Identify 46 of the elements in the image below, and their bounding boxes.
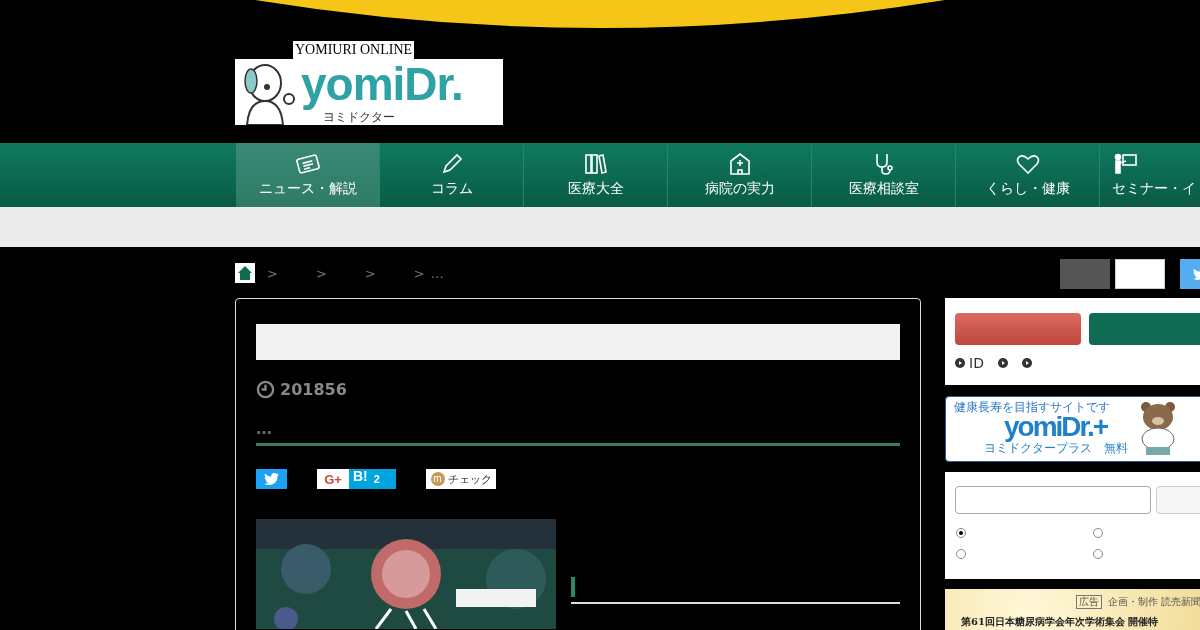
ad-label: 広告 [1076,595,1102,609]
heading-marker [571,577,575,597]
presenter-icon [1112,152,1138,176]
breadcrumb-separator: > [413,265,425,281]
register-button[interactable] [955,313,1081,345]
radio-button[interactable] [1093,528,1103,538]
promo-wordmark: yomiDr.+ [1004,412,1108,442]
nav-tab[interactable]: ニュース・解説 [236,143,380,207]
font-size-button[interactable] [1115,259,1165,289]
breadcrumb-item[interactable]: … [430,265,444,281]
ad-credit: 企画・制作 読売新聞 [1108,595,1200,609]
ad-banner[interactable]: 広告 企画・制作 読売新聞 第61回日本糖尿病学会年次学術集会 開催特 [945,589,1200,630]
breadcrumb-separator: > [315,265,327,281]
promo-reading: ヨミドクタープラス [984,442,1092,455]
mixi-icon: m [430,472,445,486]
nav-tab[interactable]: セミナー・イ [1100,143,1200,207]
promo-tagline: 健康長寿を目指すサイトです [954,401,1111,414]
books-icon [582,152,609,176]
breadcrumb-separator: > [267,265,278,281]
publish-date: 201856 [280,380,347,399]
promo-banner[interactable]: 健康長寿を目指すサイトです yomiDr.+ ヨミドクタープラス 無料 [945,396,1200,462]
promo-price: 無料 [1104,442,1128,455]
bullet-icon [955,358,965,368]
search-button[interactable] [1156,486,1200,514]
radio-button[interactable] [1093,549,1103,559]
clock-icon [256,380,275,399]
bullet-icon [1021,358,1032,368]
logo-reading: ヨミドクター [323,110,396,125]
check-button[interactable]: m チェック [426,469,496,489]
radio-button[interactable] [956,528,966,538]
bear-drawing [1138,401,1178,455]
bird-icon [264,473,279,485]
id-link[interactable]: ID [969,355,984,371]
newspaper-icon [294,152,321,176]
logo-wordmark: yomiDr. [301,59,463,109]
bullet-icon [997,358,1008,368]
logo-tagline: YOMIURI ONLINE [293,41,415,59]
tweet-button[interactable] [256,469,287,489]
google-plus-button[interactable]: G+ [317,469,349,489]
ad-headline: 第61回日本糖尿病学会年次学術集会 開催特 [961,615,1160,629]
radio-button[interactable] [956,549,966,559]
search-field[interactable] [955,486,1152,514]
home-icon[interactable] [235,263,255,283]
article-lead: … [256,419,273,439]
heart-icon [1014,152,1041,176]
breadcrumb-separator: > [364,265,376,281]
